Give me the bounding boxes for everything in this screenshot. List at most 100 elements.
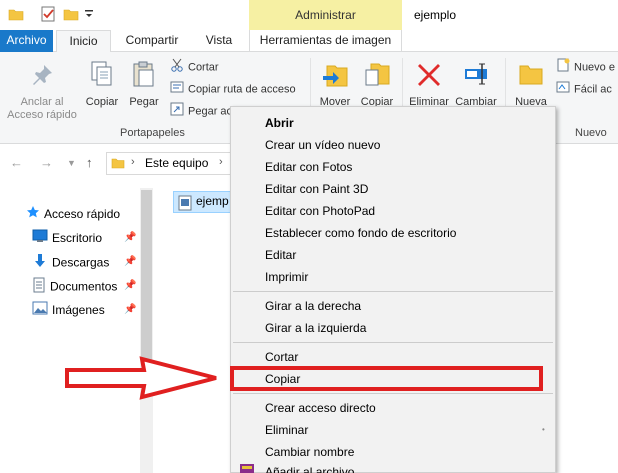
image-file-icon (178, 195, 192, 217)
pointer-arrow-icon (65, 356, 217, 400)
copy-icon (84, 60, 120, 92)
paste-icon (126, 60, 162, 92)
delete-button[interactable]: Eliminar (406, 60, 452, 109)
nav-item-label: Escritorio (52, 231, 103, 245)
window-title: ejemplo (414, 8, 457, 22)
rename-button[interactable]: Cambiar (453, 60, 499, 109)
ribbon-tabs: Archivo Inicio Compartir Vista Herramien… (0, 30, 618, 53)
back-arrow-icon[interactable]: ← (10, 155, 23, 170)
paste-button[interactable]: Pegar (126, 60, 162, 109)
menu-item-imprimir[interactable]: Imprimir (265, 267, 308, 287)
star-icon (26, 205, 40, 224)
pictures-icon (32, 301, 48, 320)
menu-item-editar-paint3d[interactable]: Editar con Paint 3D (265, 179, 368, 199)
menu-separator (233, 393, 553, 394)
nav-item-label: Acceso rápido (44, 207, 121, 221)
new-item-icon (556, 58, 570, 77)
app-folder-icon (8, 6, 24, 25)
scissors-icon (170, 58, 184, 77)
move-to-button[interactable]: Mover (316, 60, 354, 109)
copy-path-icon (170, 80, 184, 99)
menu-item-editar[interactable]: Editar (265, 245, 296, 265)
new-folder-icon[interactable] (63, 6, 79, 25)
tab-vista[interactable]: Vista (194, 30, 244, 52)
menu-item-abrir[interactable]: Abrir (265, 113, 294, 133)
menu-item-eliminar[interactable]: Eliminar (265, 420, 308, 440)
pin-icon[interactable]: 📌 (124, 232, 136, 243)
menu-item-girar-derecha[interactable]: Girar a la derecha (265, 296, 361, 316)
context-tab-group-label: Administrar (249, 0, 402, 30)
address-folder-icon (111, 156, 125, 173)
nav-item-label: Imágenes (52, 303, 105, 317)
move-to-icon (316, 60, 354, 92)
document-icon (32, 277, 46, 298)
menu-item-cortar[interactable]: Cortar (265, 347, 298, 367)
cut-button[interactable]: Cortar (170, 58, 219, 76)
nav-item-escritorio[interactable]: Escritorio (32, 229, 102, 247)
selected-file-name: ejemp (196, 194, 229, 208)
desktop-icon (32, 229, 48, 248)
menu-separator (233, 342, 553, 343)
navigation-pane: Acceso rápido Escritorio 📌 Descargas 📌 D… (0, 182, 154, 473)
paste-shortcut-icon (170, 102, 184, 121)
menu-item-crear-acceso-directo[interactable]: Crear acceso directo (265, 398, 376, 418)
menu-item-editar-photopad[interactable]: Editar con PhotoPad (265, 201, 375, 221)
forward-arrow-icon[interactable]: → (40, 155, 53, 170)
copy-to-button[interactable]: Copiar (357, 60, 397, 109)
new-folder-button[interactable]: Nueva (510, 60, 552, 109)
title-bar: Administrar ejemplo (0, 0, 618, 30)
easy-access-button[interactable]: Fácil ac (556, 80, 612, 98)
nav-pane-scrollbar-thumb[interactable] (141, 190, 152, 360)
pin-quick-access-line1: Anclar al (20, 96, 64, 108)
paste-shortcut-button[interactable]: Pegar ac (170, 102, 232, 120)
folder-icon (510, 60, 552, 92)
nav-item-label: Descargas (52, 255, 110, 270)
nav-item-label: Documentos (50, 279, 118, 294)
menu-item-anadir-archivo[interactable]: Añadir al archivo... (265, 462, 364, 473)
group-label-portapapeles: Portapapeles (120, 127, 185, 139)
copy-button-label: Copiar (85, 96, 119, 108)
tab-archivo[interactable]: Archivo (0, 30, 53, 52)
properties-icon[interactable] (40, 6, 56, 25)
easy-access-icon (556, 80, 570, 99)
copy-to-icon (357, 60, 397, 92)
pin-quick-access-line2: Acceso rápido (7, 109, 77, 121)
download-icon (32, 253, 48, 274)
menu-item-crear-video[interactable]: Crear un vídeo nuevo (265, 135, 380, 155)
nav-item-acceso-rapido[interactable]: Acceso rápido (26, 205, 120, 223)
recent-dropdown-icon[interactable]: ▼ (67, 158, 76, 168)
copy-path-label: Copiar ruta de acceso (188, 83, 296, 96)
menu-scroll-indicator: • (542, 425, 545, 434)
paste-button-label: Pegar (129, 96, 159, 108)
menu-item-editar-fotos[interactable]: Editar con Fotos (265, 157, 352, 177)
breadcrumb-este-equipo[interactable]: Este equipo (145, 156, 208, 170)
nav-item-descargas[interactable]: Descargas (32, 253, 109, 271)
context-menu: Abrir Crear un vídeo nuevo Editar con Fo… (230, 106, 556, 473)
group-label-nuevo: Nuevo (575, 127, 607, 139)
new-item-button[interactable]: Nuevo e (556, 58, 615, 76)
pin-icon[interactable]: 📌 (124, 304, 136, 315)
tab-compartir[interactable]: Compartir (117, 30, 187, 52)
breadcrumb-chevron-icon[interactable]: › (131, 156, 135, 168)
menu-item-cambiar-nombre[interactable]: Cambiar nombre (265, 442, 354, 462)
winrar-icon (239, 464, 255, 473)
breadcrumb-chevron-icon[interactable]: › (219, 156, 223, 168)
up-arrow-icon[interactable]: ↑ (86, 155, 93, 170)
copy-button[interactable]: Copiar (84, 60, 120, 109)
customize-toolbar-icon[interactable] (84, 8, 94, 22)
nav-item-imagenes[interactable]: Imágenes (32, 301, 105, 319)
menu-item-girar-izquierda[interactable]: Girar a la izquierda (265, 318, 366, 338)
tab-herramientas-imagen[interactable]: Herramientas de imagen (249, 30, 402, 52)
cut-label: Cortar (188, 61, 219, 74)
pin-icon (4, 62, 80, 92)
tab-inicio[interactable]: Inicio (56, 30, 111, 53)
nav-item-documentos[interactable]: Documentos (32, 277, 117, 295)
rename-icon (453, 60, 499, 92)
pin-icon[interactable]: 📌 (124, 256, 136, 267)
copiar-highlight-box (230, 366, 543, 391)
easy-access-label: Fácil ac (574, 83, 612, 96)
pin-icon[interactable]: 📌 (124, 280, 136, 291)
copy-path-button[interactable]: Copiar ruta de acceso (170, 80, 296, 98)
pin-quick-access-button[interactable]: Anclar al Acceso rápido (4, 62, 80, 122)
menu-item-fondo-escritorio[interactable]: Establecer como fondo de escritorio (265, 223, 456, 243)
